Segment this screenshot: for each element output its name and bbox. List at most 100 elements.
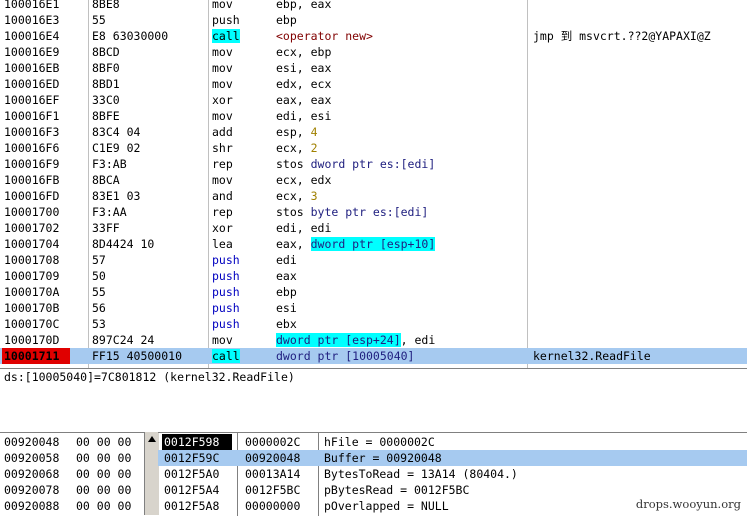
disasm-row[interactable]: 100016EF 33C0 xor eax, eax bbox=[0, 92, 747, 108]
instruction-comment bbox=[533, 124, 747, 140]
operand-part: edi, esi bbox=[276, 109, 332, 123]
operand-part: eax, bbox=[276, 237, 311, 251]
stack-row[interactable]: 0012F598 0000002C hFile = 0000002C bbox=[158, 434, 747, 450]
instruction-operands: esp, 4 bbox=[276, 124, 526, 140]
mnemonic-text: push bbox=[212, 317, 240, 331]
operand-part: edi, edi bbox=[276, 221, 332, 235]
instruction-comment bbox=[533, 316, 747, 332]
instruction-comment bbox=[533, 12, 747, 28]
disasm-row[interactable]: 10001704 8D4424 10 lea eax, dword ptr [esp+… bbox=[0, 236, 747, 252]
operand-part: dword ptr [10005040] bbox=[276, 349, 415, 363]
instruction-mnemonic: mov bbox=[212, 332, 272, 348]
disasm-row[interactable]: 10001708 57 push edi bbox=[0, 252, 747, 268]
instruction-mnemonic: push bbox=[212, 252, 272, 268]
disasm-row[interactable]: 10001711 FF15 40500010 call dword ptr [1000… bbox=[0, 348, 747, 364]
stack-row[interactable]: 0012F5A0 00013A14 BytesToRead = 13A14 (804… bbox=[158, 466, 747, 482]
disasm-row[interactable]: 100016E1 8BE8 mov ebp, eax bbox=[0, 0, 747, 12]
stack-row[interactable]: 0012F5A4 0012F5BC pBytesRead = 0012F5BC bbox=[158, 482, 747, 498]
instruction-mnemonic: call bbox=[212, 348, 272, 364]
scroll-up-icon[interactable] bbox=[147, 434, 157, 444]
instruction-address: 100016F9 bbox=[4, 157, 60, 171]
disasm-row[interactable]: 100016FB 8BCA mov ecx, edx bbox=[0, 172, 747, 188]
instruction-comment bbox=[533, 268, 747, 284]
disasm-row[interactable]: 1000170C 53 push ebx bbox=[0, 316, 747, 332]
disasm-row[interactable]: 100016F1 8BFE mov edi, esi bbox=[0, 108, 747, 124]
instruction-mnemonic: mov bbox=[212, 60, 272, 76]
operand-part: eax, eax bbox=[276, 93, 332, 107]
stack-row[interactable]: 0012F59C 00920048 Buffer = 00920048 bbox=[158, 450, 747, 466]
instruction-operands: edi bbox=[276, 252, 526, 268]
instruction-comment bbox=[533, 44, 747, 60]
disasm-row[interactable]: 100016E9 8BCD mov ecx, ebp bbox=[0, 44, 747, 60]
disasm-row[interactable]: 10001709 50 push eax bbox=[0, 268, 747, 284]
mnemonic-text: call bbox=[212, 29, 240, 43]
disasm-row[interactable]: 100016F3 83C4 04 add esp, 4 bbox=[0, 124, 747, 140]
instruction-mnemonic: mov bbox=[212, 108, 272, 124]
instruction-mnemonic: rep bbox=[212, 156, 272, 172]
dump-address: 00920058 bbox=[4, 451, 60, 465]
instruction-bytes: 55 bbox=[92, 285, 106, 299]
disasm-row[interactable]: 100016E3 55 push ebp bbox=[0, 12, 747, 28]
mnemonic-text: shr bbox=[212, 141, 233, 155]
instruction-mnemonic: rep bbox=[212, 204, 272, 220]
instruction-address: 100016FD bbox=[4, 189, 60, 203]
operand-part: esi bbox=[276, 301, 297, 315]
instruction-mnemonic: push bbox=[212, 316, 272, 332]
instruction-mnemonic: mov bbox=[212, 172, 272, 188]
mnemonic-text: push bbox=[212, 301, 240, 315]
mnemonic-text: xor bbox=[212, 93, 233, 107]
instruction-mnemonic: xor bbox=[212, 92, 272, 108]
dump-bytes: 00 00 00 bbox=[76, 483, 132, 497]
instruction-operands: esi bbox=[276, 300, 526, 316]
disassembly-pane[interactable]: 100016E1 8BE8 mov ebp, eax 100016E3 55 push ebp… bbox=[0, 0, 747, 368]
instruction-operands: eax, dword ptr [esp+10] bbox=[276, 236, 526, 252]
dump-bytes: 00 00 00 bbox=[76, 467, 132, 481]
stack-address: 0012F59C bbox=[164, 451, 220, 465]
disasm-row[interactable]: 1000170A 55 push ebp bbox=[0, 284, 747, 300]
dump-bytes: 00 00 00 bbox=[76, 435, 132, 449]
instruction-operands: ebp bbox=[276, 284, 526, 300]
instruction-bytes: 8BF0 bbox=[92, 61, 120, 75]
dump-pane[interactable]: 00920048 00 00 00 00920058 00 00 00 00920068… bbox=[0, 432, 156, 516]
mnemonic-text: mov bbox=[212, 109, 233, 123]
disasm-row[interactable]: 10001702 33FF xor edi, edi bbox=[0, 220, 747, 236]
instruction-mnemonic: push bbox=[212, 268, 272, 284]
disasm-row[interactable]: 100016F9 F3:AB rep stos dword ptr es:[edi] bbox=[0, 156, 747, 172]
instruction-operands: <operator new> bbox=[276, 28, 526, 44]
stack-value: 00000000 bbox=[245, 499, 301, 513]
disasm-row[interactable]: 100016EB 8BF0 mov esi, eax bbox=[0, 60, 747, 76]
disasm-row[interactable]: 100016E4 E8 63030000 call <operator new> jmp… bbox=[0, 28, 747, 44]
instruction-address: 100016FB bbox=[4, 173, 60, 187]
disasm-row[interactable]: 10001700 F3:AA rep stos byte ptr es:[edi] bbox=[0, 204, 747, 220]
instruction-bytes: 55 bbox=[92, 13, 106, 27]
stack-value: 0000002C bbox=[245, 435, 301, 449]
instruction-address: 1000170B bbox=[4, 301, 60, 315]
instruction-operands: dword ptr [10005040] bbox=[276, 348, 526, 364]
disasm-row[interactable]: 100016ED 8BD1 mov edx, ecx bbox=[0, 76, 747, 92]
stack-address: 0012F598 bbox=[162, 434, 232, 450]
instruction-address: 10001709 bbox=[4, 269, 60, 283]
instruction-operands: stos byte ptr es:[edi] bbox=[276, 204, 526, 220]
dump-bytes: 00 00 00 bbox=[76, 499, 132, 513]
disasm-row[interactable]: 1000170D 897C24 24 mov dword ptr [esp+24], … bbox=[0, 332, 747, 348]
disasm-row[interactable]: 1000170B 56 push esi bbox=[0, 300, 747, 316]
stack-value: 00013A14 bbox=[245, 467, 301, 481]
watermark: drops.wooyun.org bbox=[633, 497, 743, 511]
instruction-comment bbox=[533, 92, 747, 108]
operand-part: , edi bbox=[400, 333, 436, 347]
operand-part: eax bbox=[276, 269, 297, 283]
operand-part: esp, bbox=[276, 125, 311, 139]
instruction-address: 10001704 bbox=[4, 237, 60, 251]
stack-comment: Buffer = 00920048 bbox=[324, 451, 442, 465]
disasm-row[interactable]: 100016FD 83E1 03 and ecx, 3 bbox=[0, 188, 747, 204]
stack-comment: pBytesRead = 0012F5BC bbox=[324, 483, 470, 497]
instruction-bytes: 83E1 03 bbox=[92, 189, 141, 203]
operand-part: ebp bbox=[276, 285, 297, 299]
stack-address: 0012F5A4 bbox=[164, 483, 220, 497]
instruction-address: 10001711 bbox=[2, 348, 70, 364]
instruction-operands: stos dword ptr es:[edi] bbox=[276, 156, 526, 172]
disasm-row[interactable]: 100016F6 C1E9 02 shr ecx, 2 bbox=[0, 140, 747, 156]
dump-scrollbar[interactable] bbox=[144, 432, 159, 515]
instruction-comment bbox=[533, 252, 747, 268]
instruction-comment bbox=[533, 284, 747, 300]
